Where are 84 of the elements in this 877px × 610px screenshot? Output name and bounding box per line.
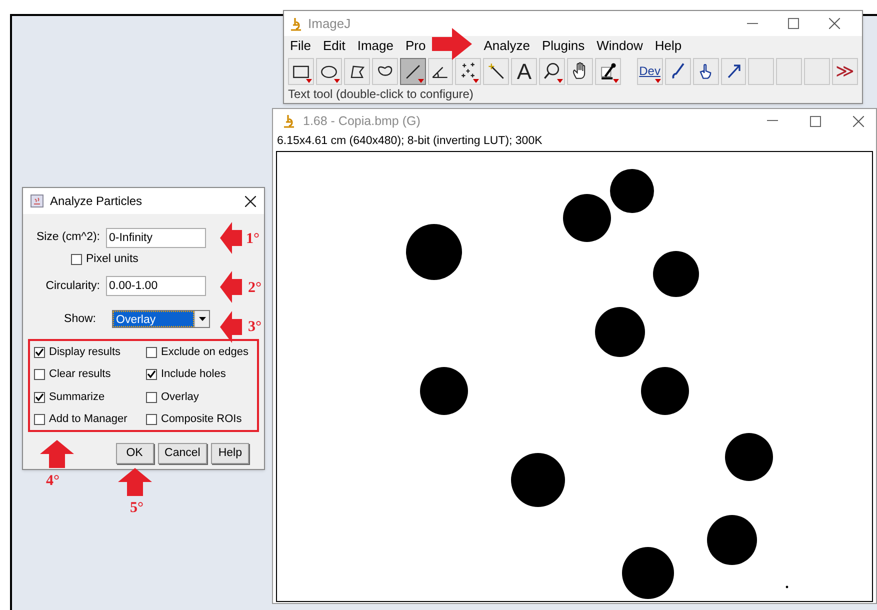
tool-button[interactable]: [483, 58, 510, 84]
dialog-button[interactable]: OK: [116, 443, 154, 464]
step-label: 1°: [246, 230, 260, 249]
tool-button[interactable]: [594, 58, 621, 84]
dropdown-triangle-icon: [654, 78, 661, 82]
step-label: 3°: [248, 318, 262, 337]
menu-item[interactable]: Edit: [320, 36, 348, 56]
tool-button[interactable]: [692, 58, 719, 84]
arrow-icon: [118, 468, 152, 496]
dropdown-triangle-icon: [306, 78, 312, 82]
tool-button[interactable]: [288, 58, 314, 84]
checkbox-label: Include holes: [161, 367, 226, 382]
checkbox-label: Add to Manager: [49, 412, 128, 428]
step-label: 2°: [248, 279, 262, 298]
tool-button[interactable]: [316, 58, 342, 84]
field-label: Size (cm^2):: [35, 230, 100, 246]
dropdown-triangle-icon: [334, 78, 340, 82]
tool-button[interactable]: [664, 58, 691, 84]
microscope-icon: [290, 16, 302, 30]
close-icon[interactable]: [245, 196, 256, 206]
microscope-icon: [283, 114, 295, 128]
dropdown-triangle-icon: [557, 78, 564, 82]
dropdown-triangle-icon: [612, 78, 619, 82]
dropdown[interactable]: Overlay: [112, 310, 210, 328]
dropdown-triangle-icon: [418, 78, 424, 82]
tool-button[interactable]: [567, 58, 593, 84]
status-text: Text tool (double-click to configure): [287, 86, 474, 102]
checkbox[interactable]: [146, 369, 157, 380]
minimize-icon[interactable]: [747, 22, 758, 24]
step-label: 4°: [46, 472, 60, 491]
arrow-icon: [432, 28, 472, 60]
maximize-icon[interactable]: [788, 18, 799, 29]
checkbox[interactable]: [34, 369, 45, 380]
checkbox-label: Exclude on edges: [161, 344, 248, 360]
dropdown-arrow-icon: [198, 317, 206, 322]
checkbox-label: Overlay: [161, 390, 199, 405]
minimize-icon[interactable]: [767, 120, 778, 122]
tool-button[interactable]: [720, 58, 746, 84]
dialog-button[interactable]: Cancel: [158, 443, 208, 464]
close-icon[interactable]: [853, 116, 864, 126]
menu-item[interactable]: Analyze: [482, 36, 532, 56]
checkbox-label: Pixel units: [86, 252, 138, 267]
menu-item[interactable]: Pro: [404, 36, 428, 56]
arrow-icon: [220, 222, 242, 254]
checkbox[interactable]: [146, 414, 157, 425]
menu-item[interactable]: Help: [652, 36, 684, 56]
field-label: Show:: [63, 312, 96, 327]
window-title: ImageJ: [308, 14, 351, 33]
checkbox[interactable]: [34, 392, 45, 402]
menu-item[interactable]: Window: [594, 36, 645, 56]
arrow-icon: [40, 440, 74, 468]
menu-item[interactable]: Plugins: [540, 36, 587, 56]
checkbox-label: Display results: [49, 344, 121, 360]
tool-button[interactable]: [372, 58, 398, 84]
dialog-button[interactable]: Help: [211, 443, 249, 464]
window-title: 1.68 - Copia.bmp (G): [303, 112, 420, 130]
maximize-icon[interactable]: [810, 116, 821, 126]
input-field[interactable]: 0-Infinity: [106, 228, 206, 248]
checkbox[interactable]: [146, 346, 157, 358]
dropdown-triangle-icon: [473, 78, 480, 82]
checkbox[interactable]: [71, 254, 82, 266]
tool-button[interactable]: [455, 58, 482, 84]
checkbox-label: Clear results: [49, 367, 111, 382]
input-field[interactable]: 0.00-1.00: [106, 276, 206, 296]
tool-button[interactable]: [539, 58, 566, 84]
field-label: Circularity:: [44, 278, 100, 294]
checkbox[interactable]: [34, 414, 45, 425]
menu-item[interactable]: File: [288, 36, 313, 56]
checkbox-label: Composite ROIs: [161, 412, 242, 428]
checkbox-label: Summarize: [49, 390, 105, 405]
tool-button[interactable]: [344, 58, 370, 84]
tool-button[interactable]: A: [511, 58, 538, 84]
checkbox[interactable]: [146, 392, 157, 402]
checkbox[interactable]: [34, 346, 45, 358]
tool-button[interactable]: ≫: [832, 58, 858, 84]
step-label: 5°: [130, 499, 144, 518]
dialog-title: Analyze Particles: [50, 193, 142, 210]
image-info: 6.15x4.61 cm (640x480); 8-bit (inverting LUT); 300K: [276, 134, 544, 149]
menu-item[interactable]: Image: [355, 36, 396, 56]
tool-button[interactable]: [428, 58, 454, 84]
tool-button[interactable]: Dev: [636, 58, 663, 84]
arrow-icon: [220, 271, 242, 303]
close-icon[interactable]: [829, 18, 840, 29]
tool-button[interactable]: [400, 58, 426, 84]
